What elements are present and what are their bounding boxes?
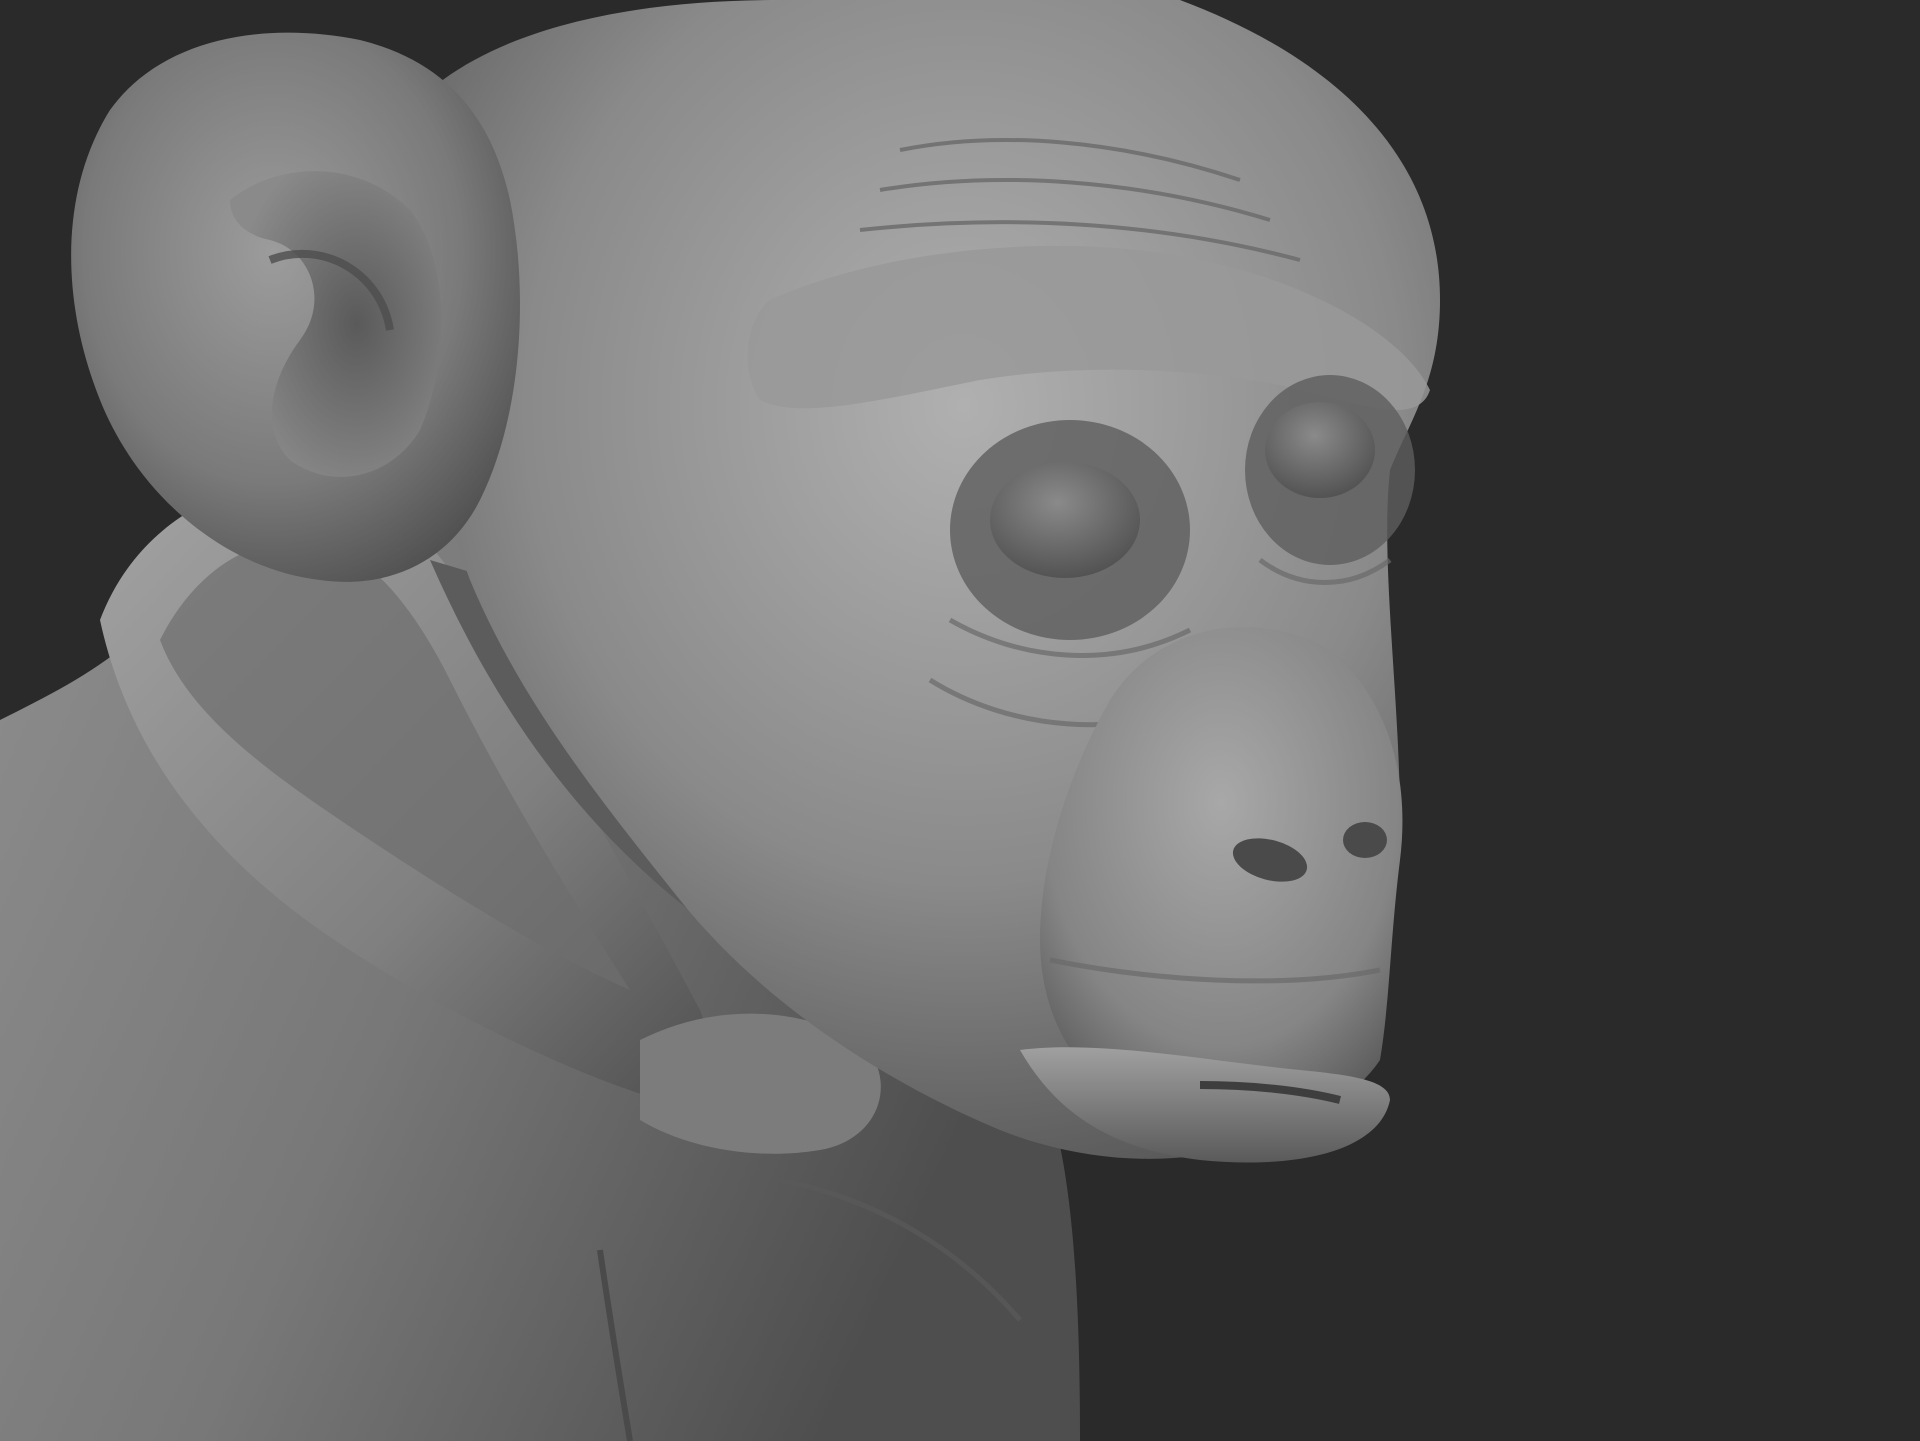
sculpt-render bbox=[0, 0, 1920, 1441]
right-eye bbox=[1265, 402, 1375, 498]
left-eye bbox=[990, 462, 1140, 578]
sculpt-viewport[interactable] bbox=[0, 0, 1920, 1441]
nostril-right bbox=[1343, 822, 1387, 858]
